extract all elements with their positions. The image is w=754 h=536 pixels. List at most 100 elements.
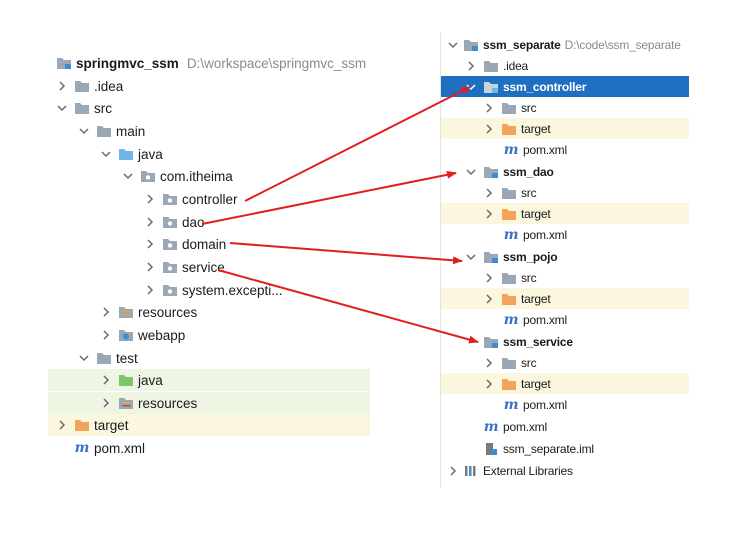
chevron-down-icon[interactable] bbox=[100, 150, 112, 158]
chevron-down-icon[interactable] bbox=[465, 253, 477, 261]
tree-label: src bbox=[521, 100, 537, 115]
tree-row-test-resources[interactable]: resources bbox=[48, 392, 370, 414]
chevron-down-icon[interactable] bbox=[56, 104, 68, 112]
tree-row-target[interactable]: target bbox=[441, 373, 689, 394]
tree-label: pom.xml bbox=[523, 142, 567, 157]
chevron-right-icon[interactable] bbox=[100, 330, 112, 340]
tree-row-controller[interactable]: controller bbox=[48, 188, 370, 210]
chevron-right-icon[interactable] bbox=[56, 420, 68, 430]
chevron-right-icon[interactable] bbox=[100, 375, 112, 385]
tree-row-target[interactable]: target bbox=[441, 118, 689, 139]
maven-file-icon: m bbox=[503, 311, 519, 328]
tree-label: pom.xml bbox=[503, 419, 547, 434]
tree-row-iml[interactable]: ssm_separate.iml bbox=[441, 438, 689, 459]
tree-label: pom.xml bbox=[523, 397, 567, 412]
tree-label: resources bbox=[138, 304, 198, 320]
tree-label: main bbox=[116, 123, 146, 139]
tree-row-src[interactable]: src bbox=[48, 97, 370, 119]
chevron-right-icon[interactable] bbox=[144, 194, 156, 204]
tree-row-test-java[interactable]: java bbox=[48, 369, 370, 391]
chevron-right-icon[interactable] bbox=[144, 262, 156, 272]
tree-label: system.excepti... bbox=[182, 282, 283, 298]
tree-label: src bbox=[521, 355, 537, 370]
chevron-right-icon[interactable] bbox=[447, 465, 459, 476]
package-icon bbox=[162, 237, 178, 251]
package-icon bbox=[162, 192, 178, 206]
chevron-right-icon[interactable] bbox=[144, 217, 156, 227]
tree-row-src[interactable]: src bbox=[441, 267, 689, 288]
tree-row-java[interactable]: java bbox=[48, 143, 370, 165]
chevron-right-icon[interactable] bbox=[483, 187, 495, 198]
chevron-right-icon[interactable] bbox=[483, 272, 495, 283]
excluded-folder-icon bbox=[501, 207, 517, 221]
chevron-right-icon[interactable] bbox=[483, 123, 495, 134]
chevron-right-icon[interactable] bbox=[144, 285, 156, 295]
folder-icon bbox=[501, 271, 517, 285]
tree-label: test bbox=[116, 350, 138, 366]
tree-row-main[interactable]: main bbox=[48, 120, 370, 142]
tree-row-service[interactable]: service bbox=[48, 256, 370, 278]
chevron-down-icon[interactable] bbox=[465, 83, 477, 91]
tree-label: target bbox=[94, 417, 129, 433]
chevron-down-icon[interactable] bbox=[78, 354, 90, 362]
tree-row-pom[interactable]: m pom.xml bbox=[48, 437, 370, 459]
tree-row-external-libraries[interactable]: External Libraries bbox=[441, 460, 689, 481]
maven-file-icon: m bbox=[483, 418, 499, 435]
excluded-folder-icon bbox=[501, 292, 517, 306]
chevron-right-icon[interactable] bbox=[465, 60, 477, 71]
tree-row-src[interactable]: src bbox=[441, 352, 689, 373]
tree-row-ssm-controller[interactable]: ssm_controller bbox=[441, 76, 689, 97]
tree-label: ssm_service bbox=[503, 334, 573, 349]
chevron-right-icon[interactable] bbox=[483, 378, 495, 389]
chevron-right-icon[interactable] bbox=[483, 102, 495, 113]
tree-row-dao[interactable]: dao bbox=[48, 211, 370, 233]
chevron-right-icon[interactable] bbox=[144, 239, 156, 249]
tree-row-resources[interactable]: resources bbox=[48, 301, 370, 323]
tree-row-src[interactable]: src bbox=[441, 182, 689, 203]
folder-icon bbox=[501, 101, 517, 115]
tree-row-root[interactable]: ssm_separate D:\code\ssm_separate bbox=[441, 34, 689, 55]
tree-row-pom[interactable]: m pom.xml bbox=[441, 394, 689, 415]
folder-icon bbox=[501, 356, 517, 370]
tree-row-pom[interactable]: m pom.xml bbox=[441, 224, 689, 245]
tree-row-pom[interactable]: m pom.xml bbox=[441, 139, 689, 160]
tree-row-target[interactable]: target bbox=[441, 288, 689, 309]
root-project-path: D:\workspace\springmvc_ssm bbox=[186, 55, 367, 71]
tree-row-ssm-service[interactable]: ssm_service bbox=[441, 331, 689, 352]
iml-file-icon bbox=[483, 442, 499, 456]
tree-row-src[interactable]: src bbox=[441, 97, 689, 118]
tree-row-idea[interactable]: .idea bbox=[441, 55, 689, 76]
folder-icon bbox=[74, 101, 90, 115]
chevron-down-icon[interactable] bbox=[447, 41, 459, 49]
tree-row-package[interactable]: com.itheima bbox=[48, 165, 370, 187]
tree-label: java bbox=[138, 372, 163, 388]
tree-row-target[interactable]: target bbox=[441, 203, 689, 224]
left-project-tree: springmvc_ssm D:\workspace\springmvc_ssm… bbox=[48, 50, 370, 460]
tree-row-pom[interactable]: m pom.xml bbox=[441, 309, 689, 330]
chevron-right-icon[interactable] bbox=[56, 81, 68, 91]
chevron-down-icon[interactable] bbox=[78, 127, 90, 135]
chevron-down-icon[interactable] bbox=[465, 168, 477, 176]
tree-row-target[interactable]: target bbox=[48, 414, 370, 436]
tree-row-ssm-dao[interactable]: ssm_dao bbox=[441, 161, 689, 182]
tree-row-root[interactable]: springmvc_ssm D:\workspace\springmvc_ssm bbox=[48, 52, 370, 74]
tree-row-idea[interactable]: .idea bbox=[48, 75, 370, 97]
tree-row-test[interactable]: test bbox=[48, 347, 370, 369]
tree-row-domain[interactable]: domain bbox=[48, 233, 370, 255]
tree-row-ssm-pojo[interactable]: ssm_pojo bbox=[441, 246, 689, 267]
chevron-right-icon[interactable] bbox=[483, 293, 495, 304]
maven-file-icon: m bbox=[74, 440, 90, 456]
chevron-right-icon[interactable] bbox=[483, 208, 495, 219]
tree-row-system-exception[interactable]: system.excepti... bbox=[48, 279, 370, 301]
chevron-right-icon[interactable] bbox=[483, 357, 495, 368]
tree-row-root-pom[interactable]: m pom.xml bbox=[441, 416, 689, 437]
tree-row-webapp[interactable]: webapp bbox=[48, 324, 370, 346]
chevron-right-icon[interactable] bbox=[100, 307, 112, 317]
tree-label: pom.xml bbox=[94, 440, 146, 456]
chevron-right-icon[interactable] bbox=[100, 398, 112, 408]
tree-label: resources bbox=[138, 395, 198, 411]
package-icon bbox=[162, 215, 178, 229]
module-folder-icon bbox=[483, 250, 499, 264]
chevron-down-icon[interactable] bbox=[122, 172, 134, 180]
root-project-name: ssm_separate bbox=[483, 37, 561, 52]
